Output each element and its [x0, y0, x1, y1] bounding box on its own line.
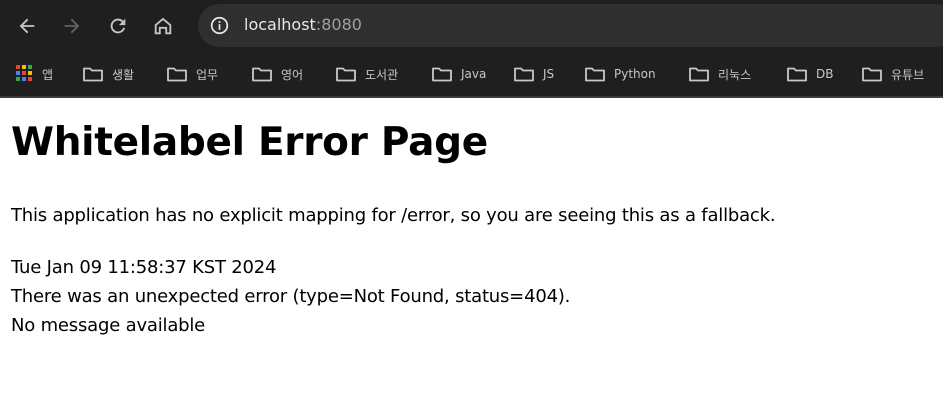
folder-icon	[336, 67, 356, 82]
home-icon	[154, 17, 172, 35]
folder-icon	[252, 67, 272, 82]
folder-icon	[689, 67, 709, 82]
chrome-divider	[0, 96, 943, 98]
bookmark-label: JS	[543, 67, 555, 81]
error-description: This application has no explicit mapping…	[11, 205, 776, 226]
bookmark-folder[interactable]: 영어	[251, 63, 303, 85]
forward-button[interactable]	[52, 6, 92, 46]
bookmark-folder[interactable]: JS	[513, 63, 554, 85]
bookmark-label: 유튜브	[891, 67, 925, 82]
folder-icon	[514, 67, 534, 82]
folder-icon	[787, 67, 807, 82]
bookmark-folder[interactable]: 리눅스	[688, 63, 751, 85]
bookmark-label: 영어	[281, 67, 304, 82]
error-timestamp: Tue Jan 09 11:58:37 KST 2024	[11, 257, 277, 278]
home-button[interactable]	[143, 6, 183, 46]
bookmark-folder[interactable]: 업무	[166, 63, 218, 85]
bookmarks-bar: 앱 생활 업무 영어 도서관 Java JS Python 리눅스 DB 유튜브	[0, 52, 943, 96]
browser-toolbar: localhost:8080	[0, 0, 943, 52]
bookmark-folder[interactable]: 도서관	[335, 63, 398, 85]
page-title: Whitelabel Error Page	[11, 120, 488, 165]
bookmark-label: Python	[614, 67, 656, 81]
forward-arrow-icon	[64, 18, 80, 34]
bookmark-apps[interactable]: 앱	[16, 63, 53, 85]
bookmark-folder[interactable]: DB	[786, 63, 833, 85]
error-message: No message available	[11, 315, 206, 336]
folder-icon	[83, 67, 103, 82]
apps-grid-icon	[16, 65, 34, 83]
bookmark-label: 생활	[112, 67, 135, 82]
bookmark-folder[interactable]: Java	[431, 63, 486, 85]
url-port: :8080	[315, 15, 362, 34]
bookmark-label: 리눅스	[718, 67, 752, 82]
url-text[interactable]: localhost:8080	[244, 15, 362, 34]
bookmark-label: 업무	[196, 67, 219, 82]
back-arrow-icon	[19, 18, 35, 34]
bookmark-label: Java	[461, 67, 487, 81]
folder-icon	[862, 67, 882, 82]
folder-icon	[167, 67, 187, 82]
bookmark-folder[interactable]: 생활	[82, 63, 134, 85]
error-details: There was an unexpected error (type=Not …	[11, 286, 571, 307]
bookmark-label: 도서관	[365, 67, 399, 82]
bookmark-label: 앱	[42, 67, 54, 82]
address-bar[interactable]: localhost:8080	[198, 4, 943, 47]
bookmark-label: DB	[816, 67, 834, 81]
back-button[interactable]	[7, 6, 47, 46]
url-host: localhost	[244, 15, 316, 34]
folder-icon	[432, 67, 452, 82]
bookmark-folder[interactable]: Python	[584, 63, 656, 85]
folder-icon	[585, 67, 605, 82]
reload-icon	[110, 18, 126, 34]
info-icon[interactable]	[210, 16, 229, 35]
bookmark-folder[interactable]: 유튜브	[861, 63, 924, 85]
reload-button[interactable]	[98, 6, 138, 46]
